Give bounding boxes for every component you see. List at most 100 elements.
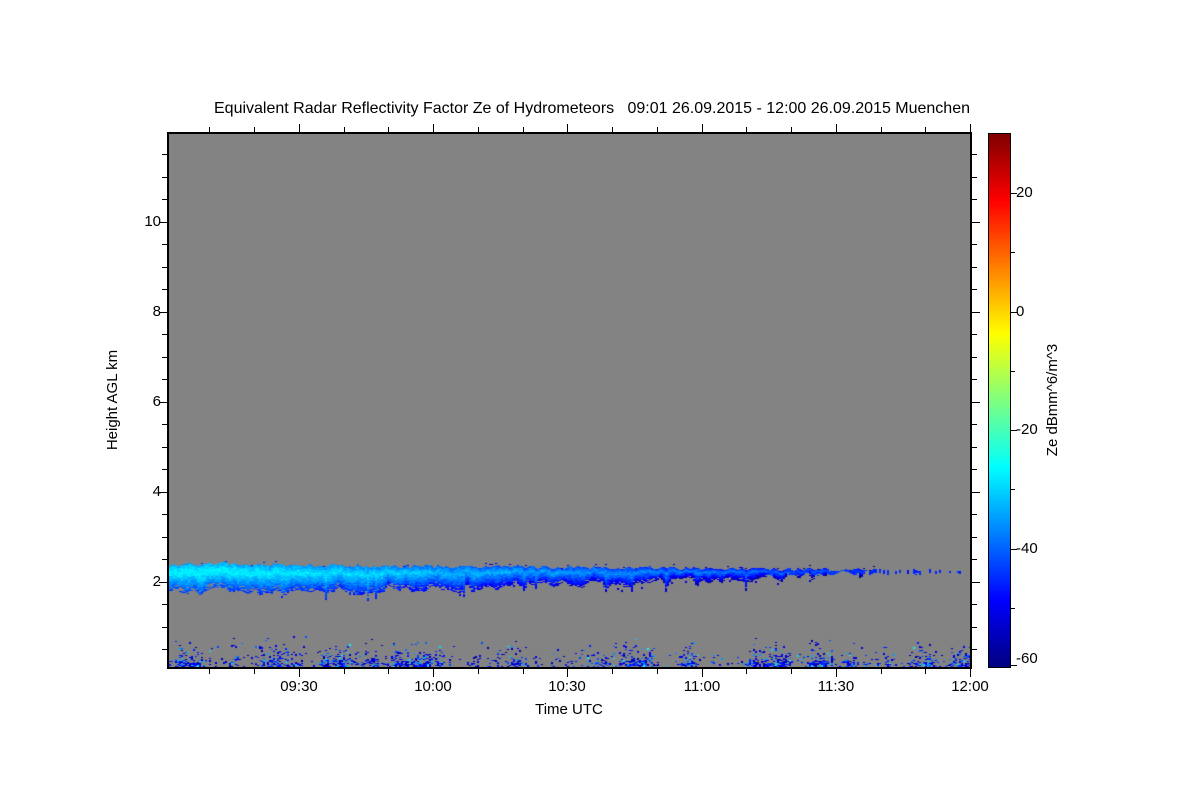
x-minor-tick: [612, 669, 613, 674]
y-minor-tick: [972, 357, 977, 358]
y-minor-tick: [972, 154, 977, 155]
x-tick-label: 09:30: [280, 678, 318, 695]
y-tick-label: 2: [152, 573, 161, 590]
colorbar-canvas: [989, 134, 1010, 667]
plot-frame: [167, 132, 972, 669]
x-tick-label: 11:00: [683, 678, 721, 695]
y-minor-tick: [162, 357, 167, 358]
y-minor-tick: [162, 514, 167, 515]
y-minor-tick: [972, 199, 977, 200]
colorbar-tick-label: 20: [1016, 184, 1033, 201]
x-minor-tick: [388, 127, 389, 132]
x-minor-tick: [209, 669, 210, 674]
y-minor-tick: [972, 469, 977, 470]
y-minor-tick: [162, 604, 167, 605]
y-minor-tick: [162, 199, 167, 200]
y-minor-tick: [972, 649, 977, 650]
x-major-tick: [836, 669, 837, 677]
y-minor-tick: [162, 559, 167, 560]
y-minor-tick: [972, 177, 977, 178]
y-major-tick: [972, 492, 980, 493]
radar-heatmap-canvas: [169, 134, 970, 667]
y-minor-tick: [972, 334, 977, 335]
x-minor-tick: [791, 669, 792, 674]
x-minor-tick: [344, 127, 345, 132]
y-minor-tick: [972, 559, 977, 560]
x-axis-label: Time UTC: [535, 701, 603, 718]
x-minor-tick: [209, 127, 210, 132]
y-minor-tick: [972, 627, 977, 628]
x-minor-tick: [612, 127, 613, 132]
x-major-tick: [299, 124, 300, 132]
y-major-tick: [972, 312, 980, 313]
x-minor-tick: [791, 127, 792, 132]
y-minor-tick: [972, 289, 977, 290]
y-minor-tick: [972, 604, 977, 605]
colorbar-minor-tick: [1011, 608, 1015, 609]
x-minor-tick: [657, 669, 658, 674]
y-minor-tick: [162, 424, 167, 425]
x-tick-label: 12:00: [951, 678, 989, 695]
colorbar-minor-tick: [1011, 252, 1015, 253]
y-minor-tick: [972, 244, 977, 245]
y-tick-label: 4: [152, 483, 161, 500]
y-major-tick: [972, 582, 980, 583]
y-minor-tick: [972, 424, 977, 425]
y-minor-tick: [162, 537, 167, 538]
colorbar-minor-tick: [1011, 371, 1015, 372]
y-major-tick: [972, 222, 980, 223]
y-tick-label: 8: [152, 303, 161, 320]
x-minor-tick: [881, 127, 882, 132]
x-major-tick: [567, 124, 568, 132]
x-major-tick: [836, 124, 837, 132]
y-minor-tick: [972, 267, 977, 268]
x-minor-tick: [478, 669, 479, 674]
y-tick-label: 6: [152, 393, 161, 410]
y-minor-tick: [162, 334, 167, 335]
x-minor-tick: [657, 127, 658, 132]
x-minor-tick: [746, 127, 747, 132]
x-major-tick: [702, 669, 703, 677]
y-minor-tick: [972, 514, 977, 515]
x-minor-tick: [523, 127, 524, 132]
colorbar-frame: [988, 133, 1011, 668]
y-minor-tick: [972, 537, 977, 538]
x-minor-tick: [478, 127, 479, 132]
x-major-tick: [433, 124, 434, 132]
y-minor-tick: [162, 469, 167, 470]
y-minor-tick: [162, 244, 167, 245]
x-major-tick: [702, 124, 703, 132]
x-minor-tick: [254, 127, 255, 132]
colorbar-tick-label: 0: [1016, 303, 1025, 320]
radar-reflectivity-chart: Equivalent Radar Reflectivity Factor Ze …: [0, 0, 1200, 800]
x-minor-tick: [523, 669, 524, 674]
x-minor-tick: [344, 669, 345, 674]
x-minor-tick: [254, 669, 255, 674]
x-minor-tick: [881, 669, 882, 674]
y-minor-tick: [972, 379, 977, 380]
colorbar-minor-tick: [1011, 489, 1015, 490]
y-minor-tick: [162, 177, 167, 178]
x-major-tick: [433, 669, 434, 677]
x-minor-tick: [925, 127, 926, 132]
y-minor-tick: [162, 649, 167, 650]
x-tick-label: 10:30: [548, 678, 586, 695]
x-tick-label: 10:00: [414, 678, 452, 695]
colorbar-tick-label: -40: [1016, 540, 1038, 557]
colorbar-tick-label: -20: [1016, 421, 1038, 438]
y-minor-tick: [972, 447, 977, 448]
x-minor-tick: [388, 669, 389, 674]
x-major-tick: [299, 669, 300, 677]
x-tick-label: 11:30: [817, 678, 855, 695]
y-minor-tick: [162, 379, 167, 380]
y-major-tick: [972, 402, 980, 403]
chart-title: Equivalent Radar Reflectivity Factor Ze …: [214, 100, 970, 117]
y-minor-tick: [162, 289, 167, 290]
y-minor-tick: [162, 267, 167, 268]
colorbar-tick-label: -60: [1016, 650, 1038, 667]
x-major-tick: [970, 669, 971, 677]
y-axis-label: Height AGL km: [104, 349, 121, 451]
x-major-tick: [567, 669, 568, 677]
y-tick-label: 10: [144, 213, 161, 230]
colorbar-label: Ze dBmm^6/m^3: [1044, 343, 1061, 457]
